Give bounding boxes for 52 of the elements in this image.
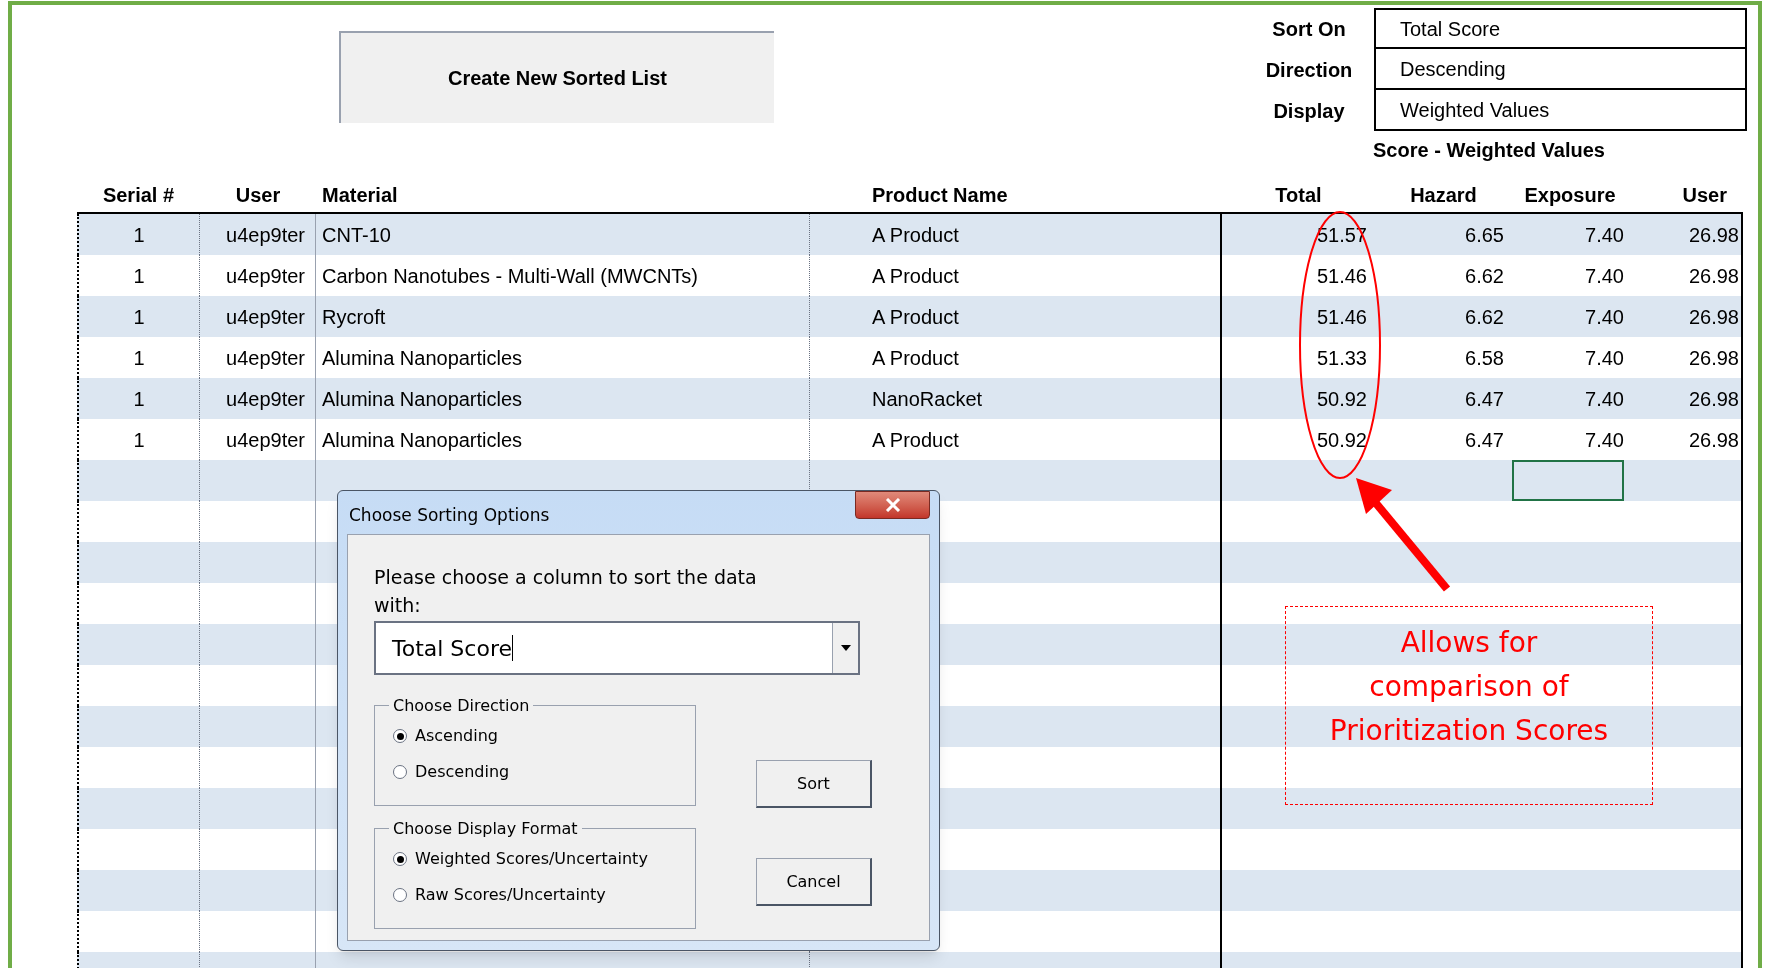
radio-button[interactable]	[393, 729, 407, 743]
table-cell-text: 6.65	[1464, 222, 1505, 248]
radio-label: Ascending	[415, 725, 498, 747]
table-cell-text: 51.33	[1315, 345, 1368, 371]
table-cell-text: 6.47	[1464, 386, 1505, 412]
column-header: User	[1681, 183, 1728, 208]
dialog-button[interactable]: Sort	[756, 760, 872, 808]
close-icon	[884, 498, 901, 512]
dialog-prompt: Please choose a column to sort the data with:	[374, 565, 758, 618]
score-group-title: Score - Weighted Values	[1372, 138, 1606, 163]
sort-info-value: Total Score	[1374, 8, 1747, 49]
close-button[interactable]	[855, 491, 930, 519]
sort-info-label: Sort On	[1271, 16, 1347, 42]
radio-button[interactable]	[393, 888, 407, 902]
column-header: Product Name	[871, 183, 1009, 208]
radio-button[interactable]	[393, 765, 407, 779]
create-sorted-list-button[interactable]: Create New Sorted List	[339, 31, 774, 123]
table-cell-text: 6.47	[1464, 427, 1505, 453]
radio-label: Raw Scores/Uncertainty	[415, 884, 606, 906]
column-select[interactable]: Total Score	[374, 621, 860, 675]
radio-button[interactable]	[393, 852, 407, 866]
radio-label: Weighted Scores/Uncertainty	[415, 848, 648, 870]
table-cell-text: 7.40	[1584, 345, 1625, 371]
column-header: Serial #	[101, 183, 176, 208]
column-header: Hazard	[1409, 183, 1478, 208]
table-cell-text: 51.46	[1315, 304, 1368, 330]
column-header: Total	[1274, 183, 1323, 208]
table-cell-text: 6.62	[1464, 263, 1505, 289]
table-cell-text: 7.40	[1584, 304, 1625, 330]
callout-text: Allows for comparison of Prioritization Scores	[1328, 625, 1610, 749]
sort-info-value: Weighted Values	[1374, 90, 1747, 131]
table-cell-text: 6.58	[1464, 345, 1505, 371]
sort-info-label: Display	[1272, 98, 1346, 124]
column-header: Exposure	[1523, 183, 1617, 208]
table-cell-text: 50.92	[1315, 386, 1368, 412]
column-header: Material	[321, 183, 399, 208]
column-header: User	[234, 183, 282, 208]
table-cell-text: 7.40	[1584, 427, 1625, 453]
sort-info-value: Descending	[1374, 49, 1747, 90]
table-cell-text: 7.40	[1584, 386, 1625, 412]
radio-label: Descending	[415, 761, 510, 783]
table-cell-text: 51.46	[1315, 263, 1368, 289]
table-cell-text: 7.40	[1584, 263, 1625, 289]
dialog-title: Choose Sorting Options	[349, 504, 550, 527]
dropdown-button[interactable]	[832, 623, 858, 673]
caret-icon	[840, 645, 851, 651]
table-cell-text: 50.92	[1315, 427, 1368, 453]
table-cell-text: 6.62	[1464, 304, 1505, 330]
sort-info-label: Direction	[1264, 57, 1354, 83]
table-cell-text: 7.40	[1584, 222, 1625, 248]
select-value: Total Score	[391, 634, 514, 663]
dialog-button[interactable]: Cancel	[756, 858, 872, 906]
